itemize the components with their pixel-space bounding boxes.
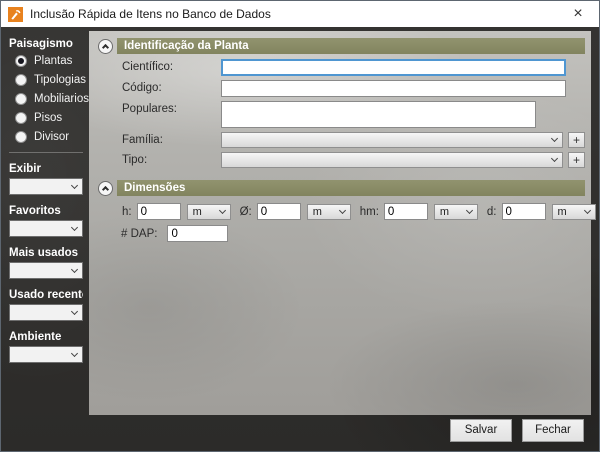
filter-label-ambiente: Ambiente [9, 331, 83, 343]
chevron-down-icon [339, 206, 346, 213]
collapse-icon[interactable] [98, 39, 113, 54]
populares-label: Populares: [122, 101, 221, 115]
populares-input[interactable] [221, 101, 536, 128]
diameter-label: Ø: [240, 206, 252, 218]
chevron-down-icon [71, 181, 78, 188]
radio-divisor[interactable]: Divisor [15, 130, 83, 143]
chevron-down-icon [551, 135, 558, 142]
sidebar: Paisagismo Plantas Tipologias Mobiliario… [1, 27, 89, 451]
radio-label: Pisos [34, 112, 62, 124]
chevron-down-icon [583, 206, 590, 213]
d-label: d: [487, 206, 497, 218]
filter-label-favoritos: Favoritos [9, 205, 83, 217]
chevron-down-icon [551, 155, 558, 162]
close-button[interactable]: Fechar [522, 419, 584, 442]
usado-recentemente-dropdown[interactable] [9, 304, 83, 321]
main-panel: Identificação da Planta Científico: Códi… [89, 31, 591, 415]
ambiente-dropdown[interactable] [9, 346, 83, 363]
category-heading: Paisagismo [9, 38, 83, 50]
cientifico-input[interactable] [221, 59, 566, 76]
radio-icon [15, 55, 27, 67]
d-unit-dropdown[interactable]: m [552, 204, 596, 220]
familia-row: Família: + [122, 132, 585, 148]
d-input[interactable] [502, 203, 546, 220]
radio-icon [15, 74, 27, 86]
radio-pisos[interactable]: Pisos [15, 111, 83, 124]
dropdown-value: m [440, 206, 449, 218]
radio-label: Tipologias [34, 74, 86, 86]
dimensions-row: h: m Ø: m hm: m d: [122, 203, 585, 220]
radio-label: Mobiliarios [34, 93, 89, 105]
dap-row: # DAP: [121, 225, 585, 242]
identification-section-header: Identificação da Planta [98, 38, 585, 54]
hm-unit-dropdown[interactable]: m [434, 204, 478, 220]
dimensions-section-header: Dimensões [98, 180, 585, 196]
dropdown-value: m [558, 206, 567, 218]
dialog-body: Paisagismo Plantas Tipologias Mobiliario… [1, 27, 599, 451]
dap-input[interactable] [167, 225, 228, 242]
sidebar-divider [9, 152, 83, 153]
radio-plantas[interactable]: Plantas [15, 54, 83, 67]
codigo-row: Código: [122, 80, 585, 97]
tipo-dropdown[interactable] [221, 152, 563, 168]
cientifico-row: Científico: [122, 59, 585, 76]
radio-icon [15, 112, 27, 124]
window-title: Inclusão Rápida de Itens no Banco de Dad… [30, 7, 271, 21]
hm-label: hm: [360, 206, 379, 218]
codigo-label: Código: [122, 80, 221, 94]
collapse-icon[interactable] [98, 181, 113, 196]
familia-dropdown[interactable] [221, 132, 563, 148]
exibir-dropdown[interactable] [9, 178, 83, 195]
chevron-down-icon [71, 223, 78, 230]
radio-tipologias[interactable]: Tipologias [15, 73, 83, 86]
section-title: Identificação da Planta [117, 38, 585, 54]
chevron-down-icon [219, 206, 226, 213]
radio-mobiliarios[interactable]: Mobiliarios [15, 92, 83, 105]
chevron-down-icon [71, 265, 78, 272]
chevron-down-icon [71, 349, 78, 356]
filter-label-usado-recentemente: Usado recentem [9, 289, 83, 301]
populares-row: Populares: [122, 101, 585, 128]
hm-input[interactable] [384, 203, 428, 220]
diameter-input[interactable] [257, 203, 301, 220]
h-input[interactable] [137, 203, 181, 220]
add-familia-button[interactable]: + [568, 132, 585, 148]
tipo-label: Tipo: [122, 152, 221, 166]
app-icon [8, 7, 23, 22]
favoritos-dropdown[interactable] [9, 220, 83, 237]
title-bar: Inclusão Rápida de Itens no Banco de Dad… [1, 1, 599, 27]
dropdown-value: m [193, 206, 202, 218]
save-button[interactable]: Salvar [450, 419, 512, 442]
chevron-down-icon [466, 206, 473, 213]
add-tipo-button[interactable]: + [568, 152, 585, 168]
chevron-up-icon [102, 185, 109, 192]
dap-label: # DAP: [121, 228, 157, 240]
diameter-unit-dropdown[interactable]: m [307, 204, 351, 220]
section-title: Dimensões [117, 180, 585, 196]
radio-icon [15, 93, 27, 105]
radio-icon [15, 131, 27, 143]
filter-label-exibir: Exibir [9, 163, 83, 175]
cientifico-label: Científico: [122, 59, 221, 73]
h-unit-dropdown[interactable]: m [187, 204, 231, 220]
familia-label: Família: [122, 132, 221, 146]
filter-label-mais-usados: Mais usados [9, 247, 83, 259]
radio-label: Plantas [34, 55, 72, 67]
h-label: h: [122, 206, 132, 218]
dropdown-value: m [313, 206, 322, 218]
chevron-down-icon [71, 307, 78, 314]
dialog-window: Inclusão Rápida de Itens no Banco de Dad… [0, 0, 600, 452]
codigo-input[interactable] [221, 80, 566, 97]
close-icon[interactable]: × [557, 1, 599, 27]
mais-usados-dropdown[interactable] [9, 262, 83, 279]
tipo-row: Tipo: + [122, 152, 585, 168]
radio-label: Divisor [34, 131, 69, 143]
chevron-up-icon [102, 43, 109, 50]
